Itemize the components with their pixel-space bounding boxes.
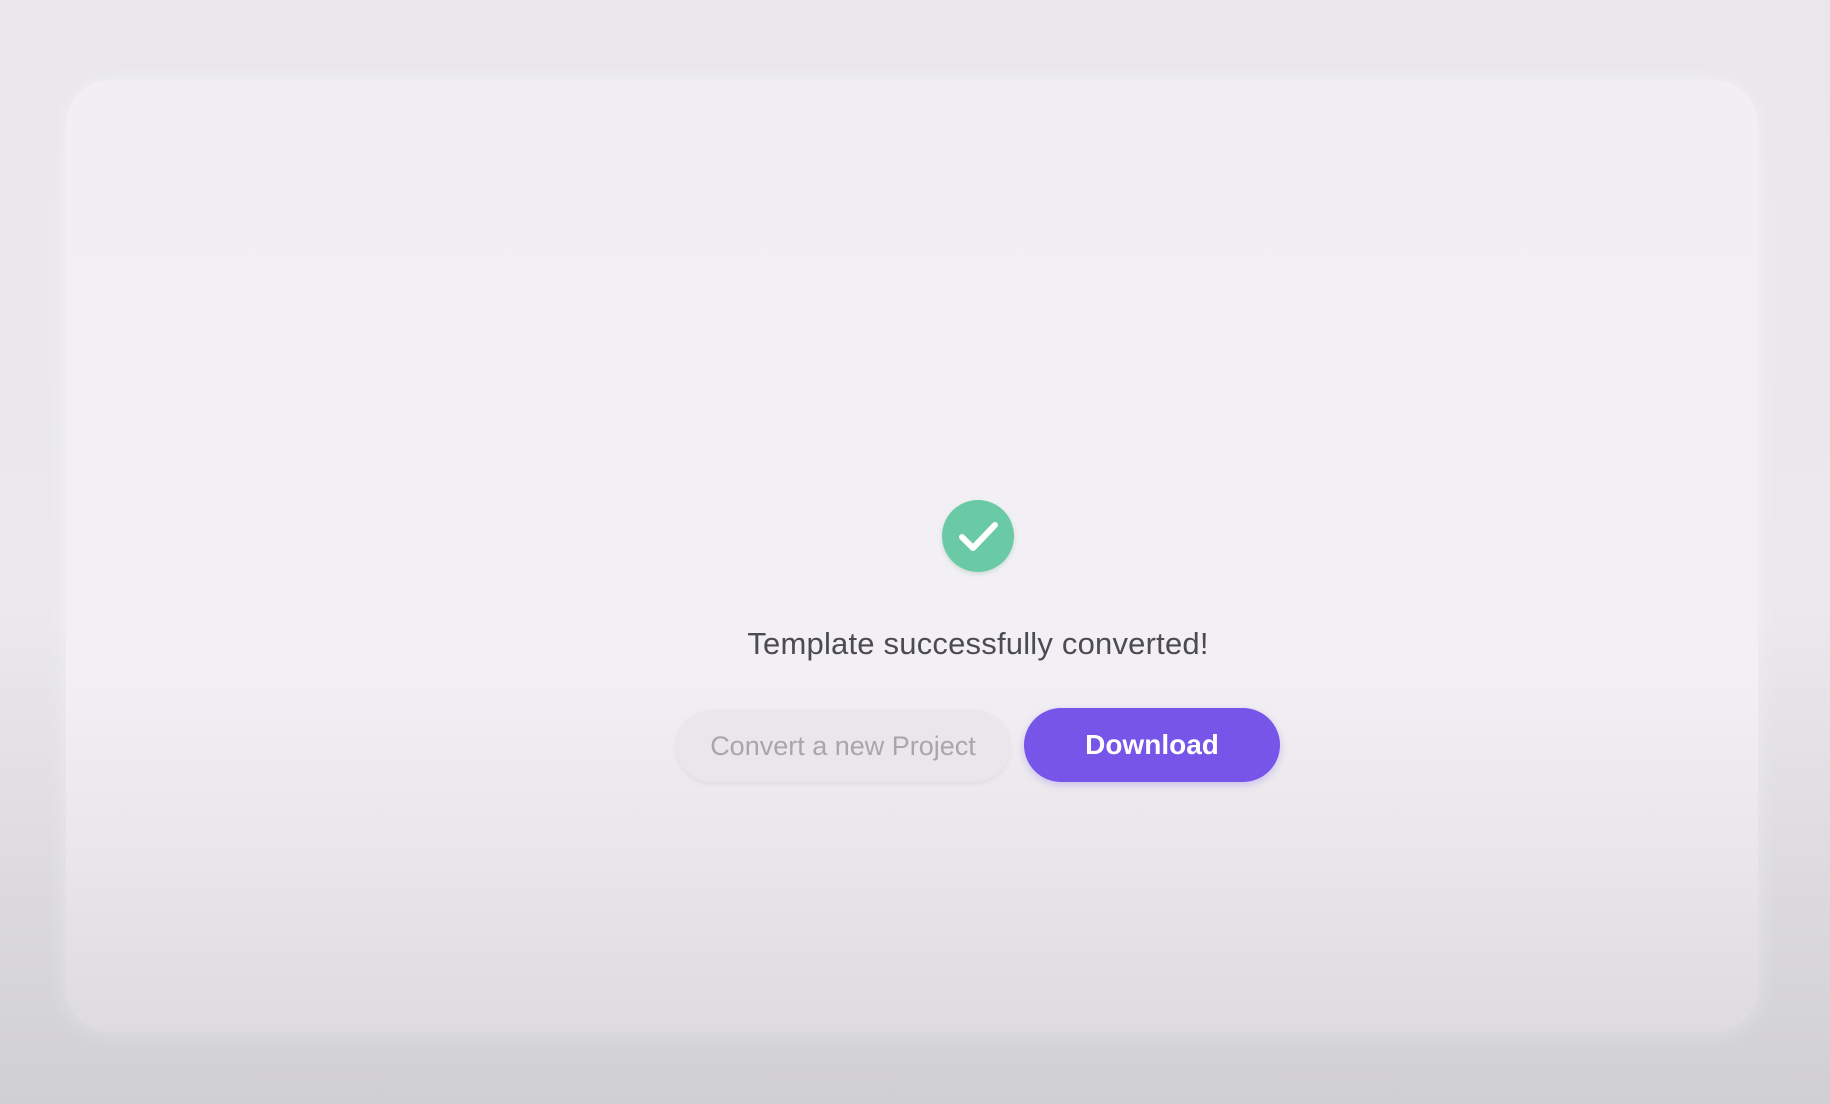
convert-new-project-button[interactable]: Convert a new Project [676,710,1010,782]
check-circle-icon [942,500,1014,572]
success-content: Template successfully converted! Convert… [66,80,1758,1032]
success-card: Template successfully converted! Convert… [66,80,1758,1032]
download-button[interactable]: Download [1024,708,1280,782]
success-message: Template successfully converted! [747,626,1209,661]
checkmark-icon [959,522,998,551]
